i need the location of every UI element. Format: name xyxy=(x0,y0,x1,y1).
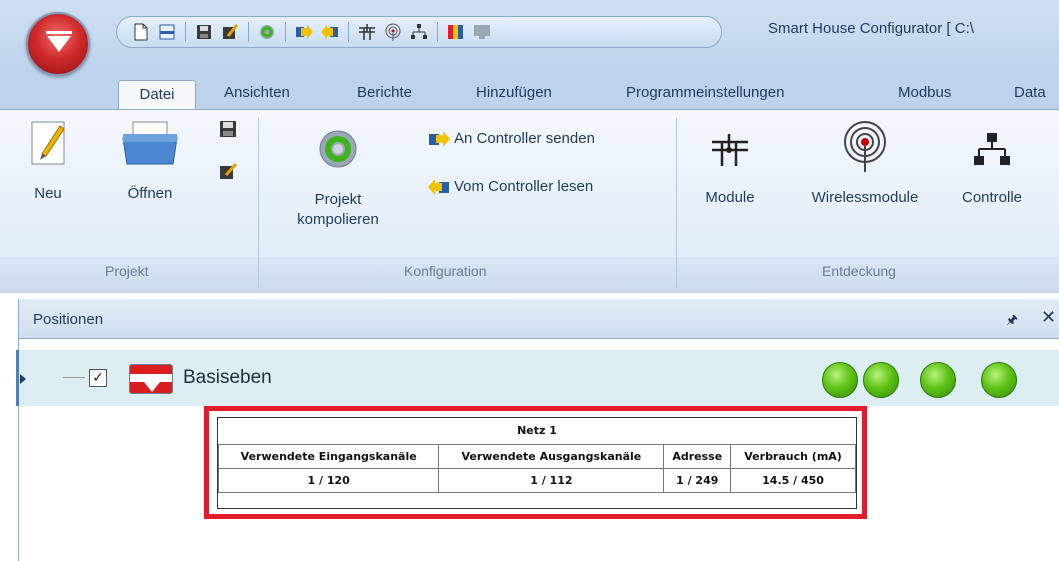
application-menu-button[interactable] xyxy=(26,12,90,76)
wireless-icon xyxy=(790,120,940,180)
column-header: Verbrauch (mA) xyxy=(730,443,856,469)
ribbon-label-band xyxy=(0,257,1059,293)
app-logo-triangle xyxy=(47,36,71,52)
row-label: Basiseben xyxy=(183,367,272,388)
ribbon-tabs: Datei Ansichten Berichte Hinzufügen Prog… xyxy=(0,76,1059,111)
table-header-row: Verwendete Eingangskanäle Verwendete Aus… xyxy=(217,443,856,469)
projekt-kompilieren-label-line2: kompolieren xyxy=(297,211,379,228)
panel-title: Positionen xyxy=(33,311,104,328)
network-icon xyxy=(972,132,1059,172)
toolbar-separator xyxy=(248,22,249,42)
new-file-icon[interactable] xyxy=(131,22,151,42)
toolbar-separator xyxy=(437,22,438,42)
neu-label: Neu xyxy=(34,185,62,202)
group-separator xyxy=(676,118,677,288)
open-icon[interactable] xyxy=(157,22,177,42)
group-label-projekt: Projekt xyxy=(105,263,149,279)
quick-access-toolbar xyxy=(116,16,722,48)
save-as-button[interactable] xyxy=(216,162,240,186)
save-button[interactable] xyxy=(216,120,240,144)
an-controller-senden-button[interactable]: An Controller senden xyxy=(428,130,595,147)
table-cell: 1 / 120 xyxy=(217,467,440,493)
new-document-icon xyxy=(24,120,72,172)
app-logo-bar xyxy=(46,31,72,34)
table-cell: 14.5 / 450 xyxy=(730,467,856,493)
netz-title: Netz 1 xyxy=(218,418,856,445)
tab-berichte[interactable]: Berichte xyxy=(357,84,412,101)
open-folder-icon xyxy=(110,120,190,172)
neu-button[interactable]: Neu xyxy=(24,120,72,230)
netz-info-popup: Netz 1 Verwendete Eingangskanäle Verwend… xyxy=(204,406,867,519)
module-button[interactable]: Module xyxy=(690,120,770,230)
module-icon xyxy=(690,132,770,172)
column-header: Adresse xyxy=(663,443,732,469)
network-icon[interactable] xyxy=(409,22,429,42)
ribbon: Neu Öffnen Projekt Projekt kompolieren A… xyxy=(0,109,1059,293)
panel-header: Positionen 🖈 ✕ xyxy=(19,299,1059,339)
an-controller-senden-label: An Controller senden xyxy=(454,130,595,147)
oeffnen-label: Öffnen xyxy=(127,185,173,202)
save-as-icon xyxy=(220,162,238,179)
save-icon xyxy=(220,121,236,137)
row-checkbox[interactable]: ✓ xyxy=(89,369,107,387)
status-dot xyxy=(920,362,956,398)
column-header: Verwendete Eingangskanäle xyxy=(217,443,440,469)
table-cell: 1 / 112 xyxy=(438,467,665,493)
tab-programmeinstellungen[interactable]: Programmeinstellungen xyxy=(626,84,784,101)
group-label-konfiguration: Konfiguration xyxy=(404,263,487,279)
tree-connector xyxy=(63,377,85,378)
wirelessmodule-label: Wirelessmodule xyxy=(811,189,919,206)
wireless-icon[interactable] xyxy=(383,22,403,42)
toolbar-separator xyxy=(348,22,349,42)
pin-icon[interactable]: 🖈 xyxy=(1006,311,1018,333)
oeffnen-button[interactable]: Öffnen xyxy=(110,120,190,230)
column-header: Verwendete Ausgangskanäle xyxy=(438,443,665,469)
close-icon[interactable]: ✕ xyxy=(1041,307,1056,328)
expand-arrow-icon[interactable] xyxy=(20,374,26,384)
status-dot xyxy=(822,362,858,398)
carlo-gavazzi-logo-icon xyxy=(129,364,173,394)
module-icon[interactable] xyxy=(357,22,377,42)
table-row: 1 / 120 1 / 112 1 / 249 14.5 / 450 xyxy=(217,467,856,493)
title-bar: Smart House Configurator [ C:\ xyxy=(0,0,1059,76)
projekt-kompilieren-label-line1: Projekt xyxy=(314,191,362,208)
group-label-entdeckung: Entdeckung xyxy=(822,263,896,279)
table-title-row: Netz 1 xyxy=(218,418,856,445)
status-dot xyxy=(981,362,1017,398)
compile-icon[interactable] xyxy=(257,22,277,42)
tab-hinzufuegen[interactable]: Hinzufügen xyxy=(476,84,552,101)
save-as-icon[interactable] xyxy=(220,22,240,42)
vom-controller-lesen-button[interactable]: Vom Controller lesen xyxy=(428,178,593,195)
vom-controller-lesen-label: Vom Controller lesen xyxy=(454,178,594,195)
toolbar-separator xyxy=(285,22,286,42)
controller-label: Controlle xyxy=(962,189,1023,206)
projekt-kompilieren-button[interactable]: Projekt kompolieren xyxy=(268,120,408,255)
read-from-controller-icon xyxy=(428,178,449,195)
send-to-controller-icon[interactable] xyxy=(294,22,314,42)
group-separator xyxy=(258,118,259,288)
save-icon[interactable] xyxy=(194,22,214,42)
tab-datei[interactable]: Datei xyxy=(118,80,196,111)
table-cell: 1 / 249 xyxy=(663,467,732,493)
tab-modbus[interactable]: Modbus xyxy=(898,84,951,101)
tab-ansichten[interactable]: Ansichten xyxy=(224,84,290,101)
window-title: Smart House Configurator [ C:\ xyxy=(768,20,974,37)
module-label: Module xyxy=(705,189,755,206)
toolbar-separator xyxy=(185,22,186,42)
logo-band xyxy=(130,374,172,382)
netz-info-table: Netz 1 Verwendete Eingangskanäle Verwend… xyxy=(217,418,856,493)
netz-info-table-frame: Netz 1 Verwendete Eingangskanäle Verwend… xyxy=(217,417,857,509)
color-icon[interactable] xyxy=(446,22,466,42)
send-to-controller-icon xyxy=(429,130,450,147)
logo-triangle xyxy=(144,382,160,392)
tab-data[interactable]: Data xyxy=(1014,84,1046,101)
wirelessmodule-button[interactable]: Wirelessmodule xyxy=(790,120,940,230)
controller-button[interactable]: Controlle xyxy=(962,120,1059,230)
compile-icon xyxy=(268,128,408,176)
status-dot xyxy=(863,362,899,398)
monitor-icon[interactable] xyxy=(472,22,492,42)
read-from-controller-icon[interactable] xyxy=(320,22,340,42)
